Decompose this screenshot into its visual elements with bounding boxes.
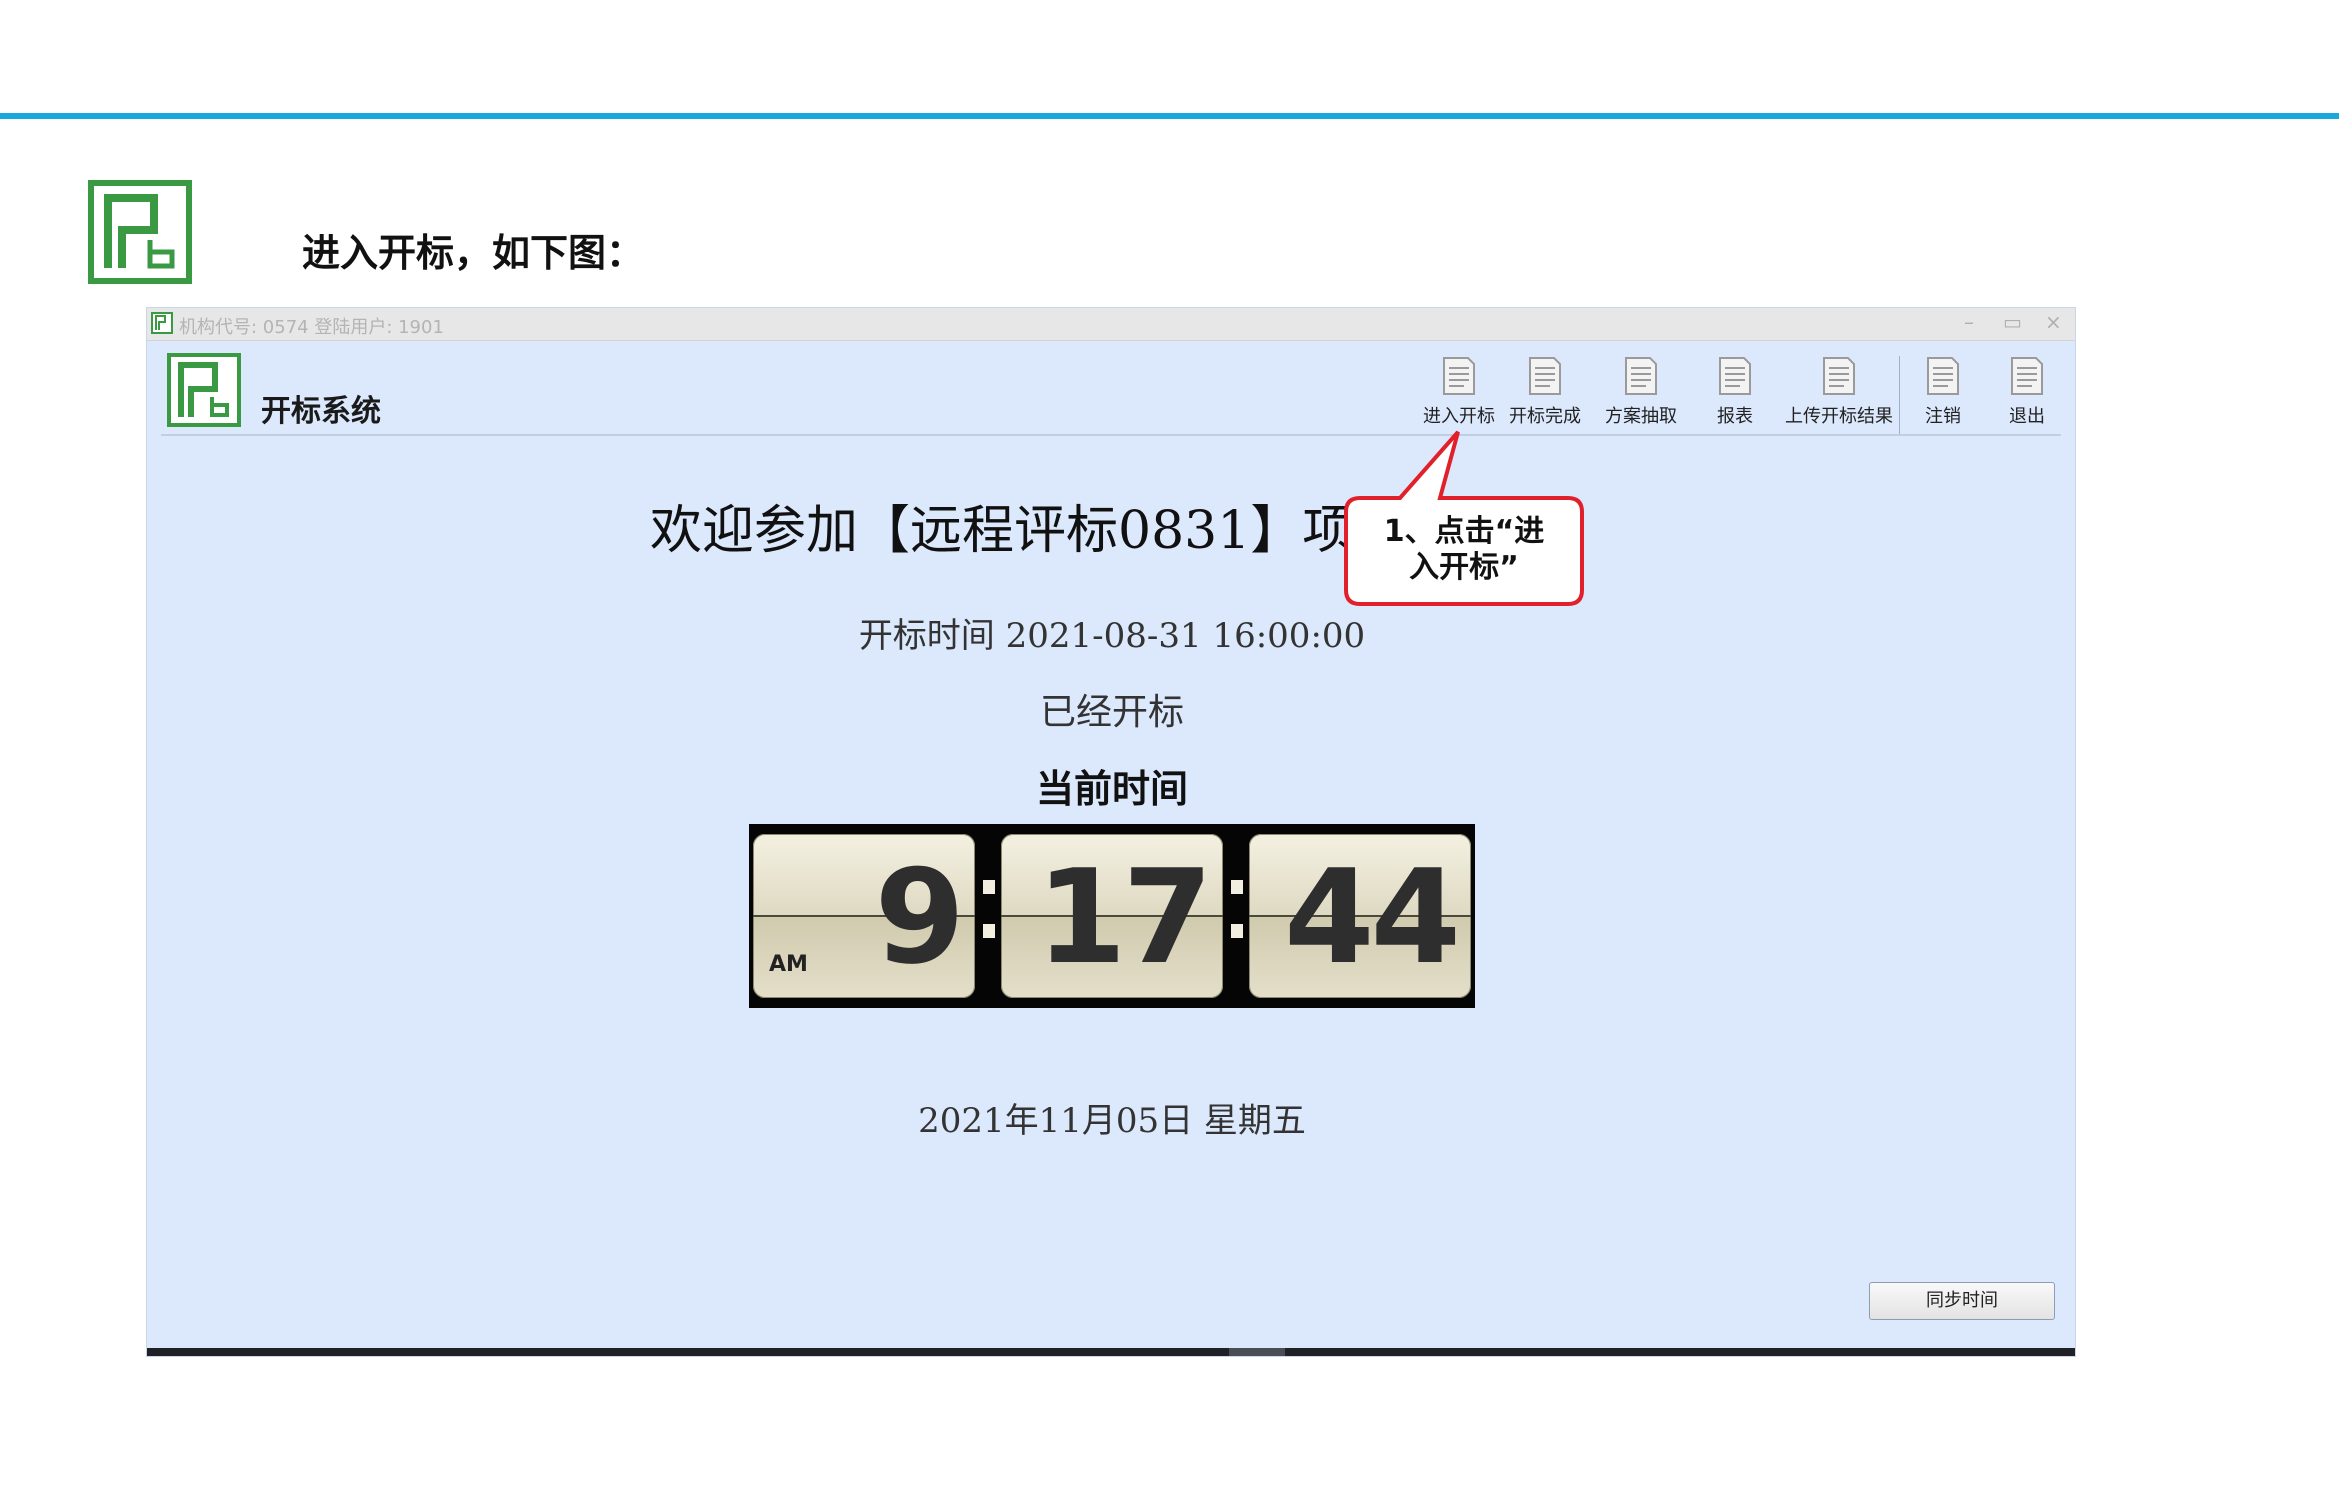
header-divider xyxy=(161,434,2061,436)
clock-colon-dot xyxy=(983,924,995,938)
window-controls: – ▭ × xyxy=(1961,310,2062,334)
opening-time: 开标时间 2021-08-31 16:00:00 xyxy=(858,616,1366,656)
document-icon xyxy=(1529,357,1561,395)
tool-upload-results[interactable]: 上传开标结果 xyxy=(1785,356,1893,428)
tool-label: 注销 xyxy=(1925,406,1961,427)
pb-logo-icon xyxy=(88,180,192,284)
clock-minute-card: 17 xyxy=(1001,834,1223,998)
clock-second: 44 xyxy=(1284,841,1461,993)
clock-second-card: 44 xyxy=(1249,834,1471,998)
maximize-icon[interactable]: ▭ xyxy=(2003,310,2022,334)
document-icon xyxy=(1927,357,1959,395)
slide-heading: 进入开标，如下图： xyxy=(302,231,645,275)
clock-ampm: AM xyxy=(769,952,808,977)
tool-label: 开标完成 xyxy=(1509,406,1581,427)
tool-label: 方案抽取 xyxy=(1605,406,1677,427)
sync-time-button[interactable]: 同步时间 xyxy=(1869,1282,2055,1320)
tool-label: 上传开标结果 xyxy=(1785,406,1893,427)
clock-colon-dot xyxy=(983,880,995,894)
minimize-icon[interactable]: – xyxy=(1961,310,1977,334)
tool-exit[interactable]: 退出 xyxy=(2009,356,2045,428)
toolbar-separator xyxy=(1899,356,1900,436)
clock-colon-dot xyxy=(1231,924,1243,938)
window-title-text: 机构代号: 0574 登陆用户: 1901 xyxy=(179,317,444,338)
tool-plan-extraction[interactable]: 方案抽取 xyxy=(1605,356,1677,428)
tool-enter-opening[interactable]: 进入开标 xyxy=(1423,356,1495,428)
document-icon xyxy=(1443,357,1475,395)
flip-clock: AM 9 17 44 xyxy=(749,824,1475,1008)
clock-hour: 9 xyxy=(874,841,965,993)
annotation-callout: 1、点击“进 入开标” xyxy=(1340,428,1588,608)
slide-top-rule xyxy=(0,113,2339,119)
tool-label: 报表 xyxy=(1717,406,1753,427)
tool-label: 进入开标 xyxy=(1423,406,1495,427)
app-window: 机构代号: 0574 登陆用户: 1901 – ▭ × 开标系统 进入开标 开标… xyxy=(146,307,2076,1357)
current-time-label: 当前时间 xyxy=(1035,766,1188,811)
tool-label: 退出 xyxy=(2009,406,2045,427)
tool-opening-complete[interactable]: 开标完成 xyxy=(1509,356,1581,428)
current-date: 2021年11月05日 星期五 xyxy=(918,1101,1306,1141)
document-icon xyxy=(2011,357,2043,395)
clock-hour-card: AM 9 xyxy=(753,834,975,998)
tool-logout[interactable]: 注销 xyxy=(1925,356,1961,428)
clock-minute: 17 xyxy=(1036,841,1213,993)
close-icon[interactable]: × xyxy=(2045,310,2062,334)
tool-report[interactable]: 报表 xyxy=(1717,356,1753,428)
document-icon xyxy=(1719,357,1751,395)
clock-colon-dot xyxy=(1231,880,1243,894)
callout-text-line1: 1、点击“进 xyxy=(1383,514,1545,549)
taskbar-strip xyxy=(147,1348,2075,1356)
app-small-logo-icon xyxy=(151,312,173,334)
document-icon xyxy=(1823,357,1855,395)
callout-text-line2: 入开标” xyxy=(1409,550,1519,585)
window-titlebar: 机构代号: 0574 登陆用户: 1901 – ▭ × xyxy=(147,308,2075,341)
welcome-title: 欢迎参加【远程评标0831】项 xyxy=(650,501,1355,561)
document-icon xyxy=(1625,357,1657,395)
toolbar: 进入开标 开标完成 方案抽取 报表 上传开标结果 注销 退出 xyxy=(147,356,2075,436)
opening-status: 已经开标 xyxy=(1039,692,1184,733)
callout-text: 1、点击“进 入开标” xyxy=(1340,428,1588,608)
